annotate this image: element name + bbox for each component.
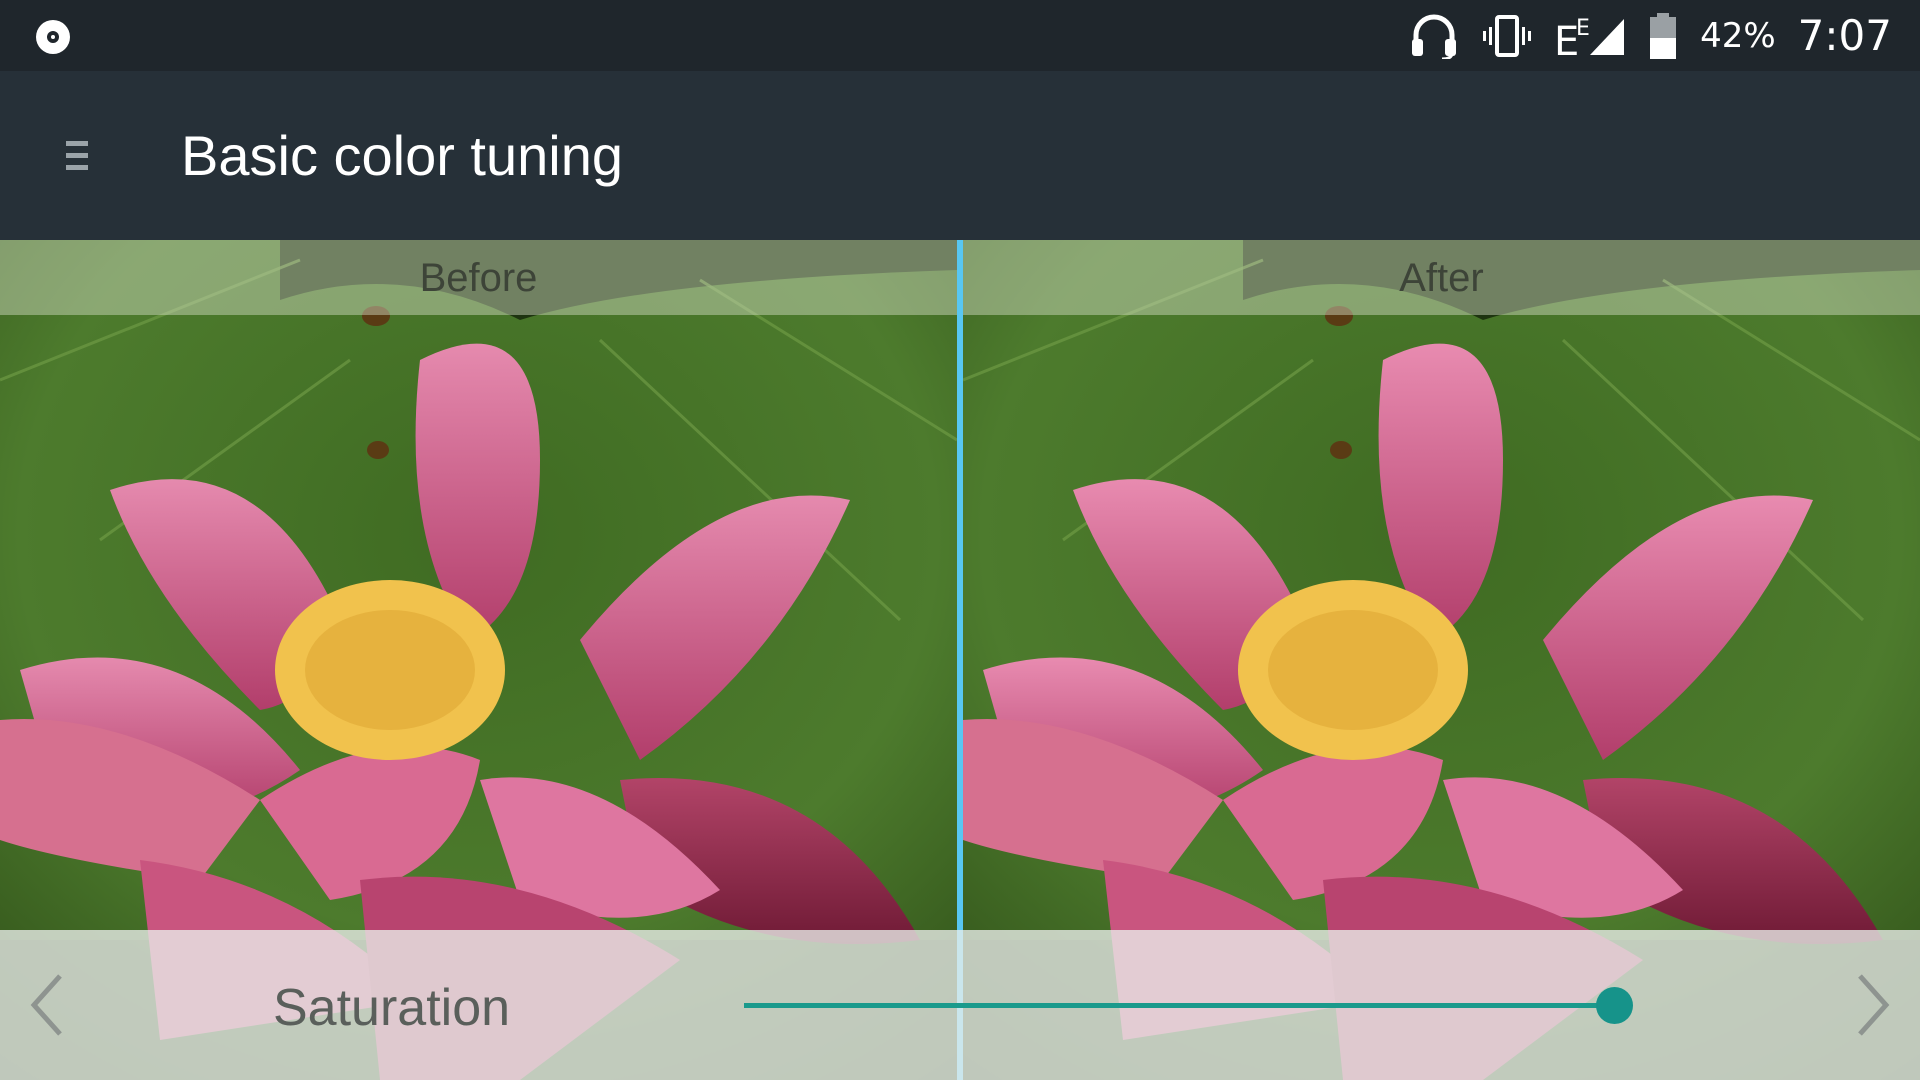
- before-label: Before: [419, 256, 538, 300]
- saturation-slider-track[interactable]: [744, 1003, 1632, 1008]
- adjustment-control-bar: Saturation: [0, 930, 1920, 1080]
- battery-percentage: 42%: [1700, 15, 1776, 56]
- page-title: Basic color tuning: [181, 124, 624, 187]
- app-bar: Basic color tuning: [0, 71, 1920, 240]
- setting-label: Saturation: [273, 979, 511, 1037]
- network-e-icon: E E: [1554, 13, 1626, 59]
- after-label: After: [1399, 256, 1484, 300]
- vibrate-icon: [1482, 13, 1532, 59]
- headset-icon: [1408, 13, 1460, 59]
- saturation-slider-thumb[interactable]: [1595, 987, 1633, 1024]
- clock: 7:07: [1797, 11, 1892, 60]
- chevron-right-icon[interactable]: [1846, 970, 1896, 1040]
- network-sub-label: E: [1576, 16, 1590, 41]
- chevron-left-icon[interactable]: [24, 970, 74, 1040]
- status-icons: E E 42% 7:07: [1408, 0, 1892, 71]
- menu-icon[interactable]: [66, 141, 88, 171]
- battery-icon: [1648, 12, 1678, 59]
- status-bar: E E 42% 7:07: [0, 0, 1920, 71]
- record-icon: [36, 20, 70, 54]
